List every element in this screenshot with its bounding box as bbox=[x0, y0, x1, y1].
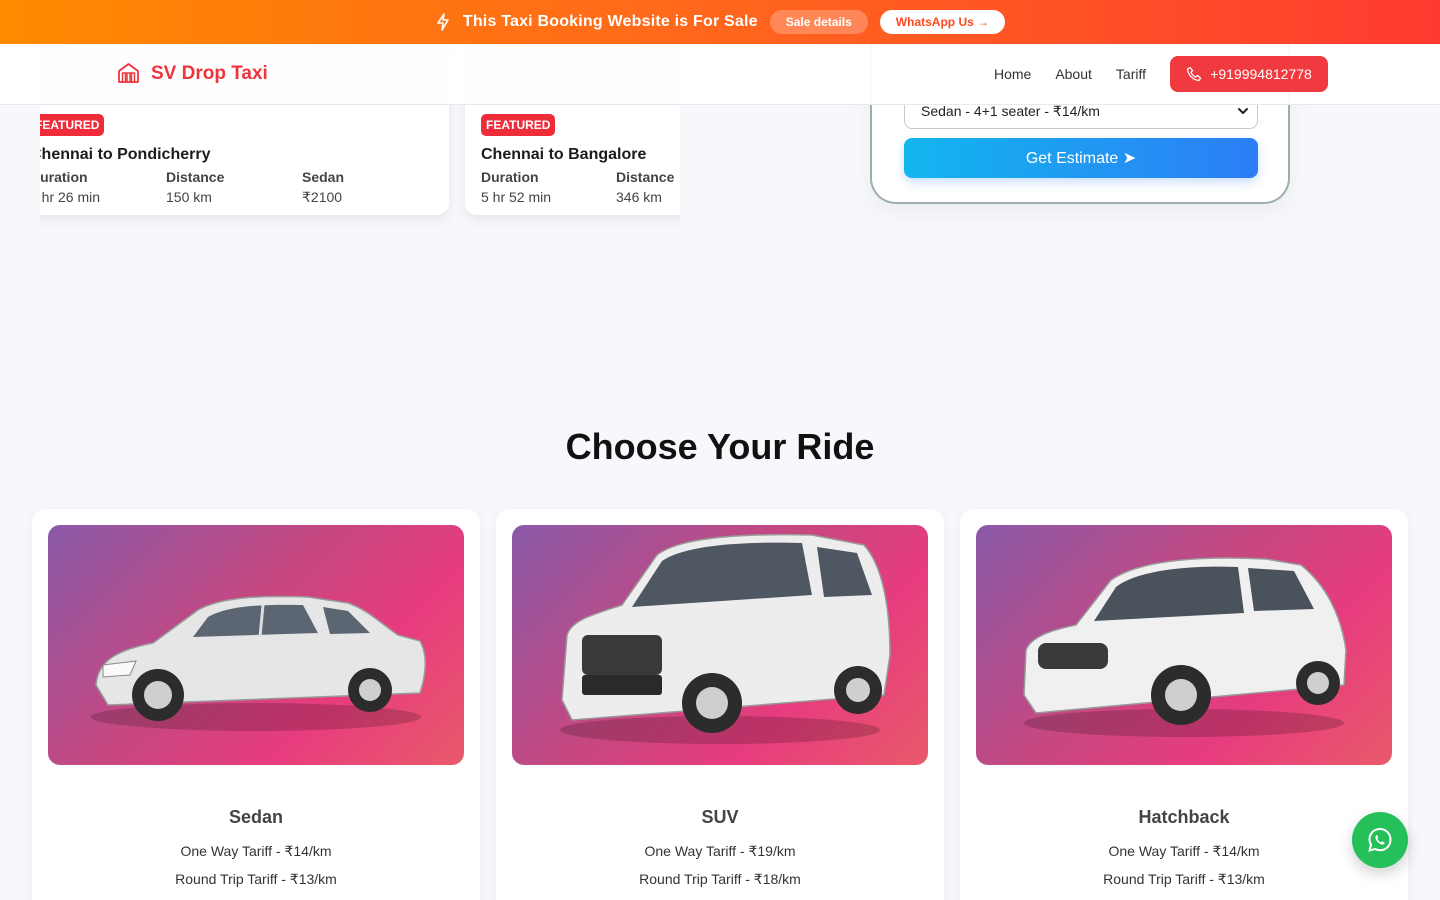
sale-details-button[interactable]: Sale details bbox=[769, 10, 868, 34]
call-button-label: +919994812778 bbox=[1210, 66, 1312, 82]
brand[interactable]: SV Drop Taxi bbox=[116, 61, 268, 86]
ride-name: Sedan bbox=[228, 807, 284, 827]
phone-icon bbox=[1187, 66, 1202, 82]
main-nav: Home About Tariff bbox=[994, 66, 1146, 82]
chevron-down-icon bbox=[1238, 108, 1248, 114]
route-title: Chennai to Pondicherry bbox=[40, 146, 211, 163]
ride-name: Hatchback bbox=[1138, 807, 1230, 827]
round-trip-tariff: Round Trip Tariff - ₹13/km bbox=[1103, 871, 1265, 887]
stat-value: 5 hr 52 min bbox=[481, 189, 552, 205]
round-trip-tariff: Round Trip Tariff - ₹18/km bbox=[639, 871, 801, 887]
call-button[interactable]: +919994812778 bbox=[1170, 56, 1328, 92]
ride-name: SUV bbox=[701, 807, 739, 827]
stat-value: 2 hr 26 min bbox=[40, 189, 101, 205]
stat-value: 150 km bbox=[166, 189, 212, 205]
stat-label: Distance bbox=[166, 169, 225, 185]
whatsapp-icon bbox=[1368, 827, 1392, 852]
lightning-bolt-icon bbox=[437, 13, 449, 31]
promo-text: This Taxi Booking Website is For Sale bbox=[462, 13, 758, 30]
nav-home[interactable]: Home bbox=[994, 66, 1031, 82]
stat-value: 346 km bbox=[616, 189, 662, 205]
round-trip-tariff: Round Trip Tariff - ₹13/km bbox=[175, 871, 337, 887]
brand-name: SV Drop Taxi bbox=[151, 62, 268, 84]
ride-card-suv[interactable]: SUV One Way Tariff - ₹19/km Round Trip T… bbox=[496, 509, 944, 900]
nav-about[interactable]: About bbox=[1055, 66, 1092, 82]
sedan-car-image bbox=[48, 525, 464, 765]
site-header: SV Drop Taxi Home About Tariff +91999481… bbox=[0, 44, 1440, 105]
whatsapp-floating-button[interactable] bbox=[1352, 812, 1408, 868]
ride-card-hatchback[interactable]: Hatchback One Way Tariff - ₹14/km Round … bbox=[960, 509, 1408, 900]
get-estimate-button[interactable]: Get Estimate ➤ bbox=[904, 138, 1258, 178]
featured-badge: FEATURED bbox=[481, 114, 556, 136]
route-title: Chennai to Bangalore bbox=[481, 146, 647, 163]
featured-badge: FEATURED bbox=[40, 114, 105, 136]
hatchback-car-image bbox=[976, 525, 1392, 765]
stat-label: Duration bbox=[481, 169, 539, 185]
whatsapp-us-button[interactable]: WhatsApp Us → bbox=[879, 10, 1006, 34]
ride-card-sedan[interactable]: Sedan One Way Tariff - ₹14/km Round Trip… bbox=[32, 509, 480, 900]
stat-value: ₹2100 bbox=[302, 189, 343, 205]
promo-bar: This Taxi Booking Website is For Sale Sa… bbox=[0, 0, 1440, 44]
stat-label: Distance bbox=[616, 169, 675, 185]
vehicle-select-value: Sedan - 4+1 seater - ₹14/km bbox=[921, 103, 1100, 119]
one-way-tariff: One Way Tariff - ₹19/km bbox=[644, 843, 796, 859]
taxi-logo-icon bbox=[118, 63, 139, 83]
suv-car-image bbox=[512, 525, 928, 765]
section-title: Choose Your Ride bbox=[565, 426, 875, 467]
one-way-tariff: One Way Tariff - ₹14/km bbox=[180, 843, 332, 859]
stat-label: Duration bbox=[40, 169, 88, 185]
one-way-tariff: One Way Tariff - ₹14/km bbox=[1108, 843, 1260, 859]
stat-label: Sedan bbox=[302, 169, 345, 185]
nav-tariff[interactable]: Tariff bbox=[1116, 66, 1146, 82]
